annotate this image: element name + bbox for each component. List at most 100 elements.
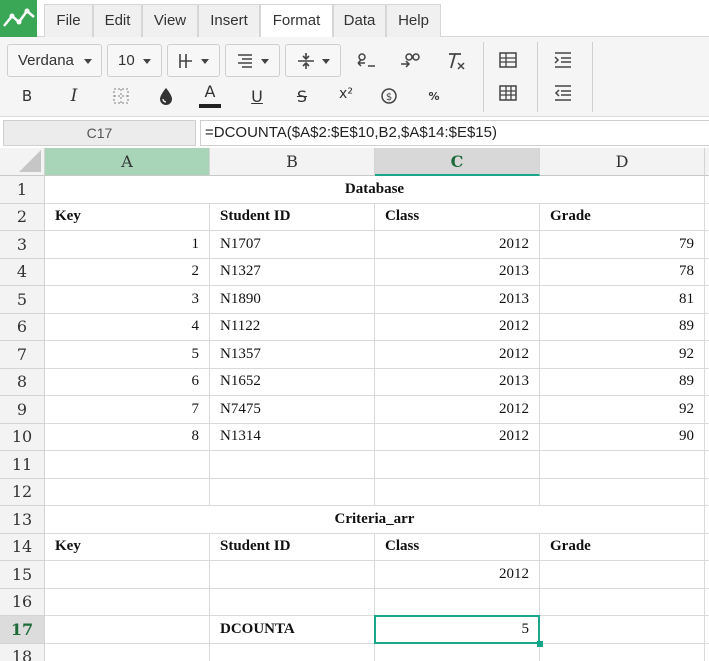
cell-a3[interactable]: 1 [45,231,210,259]
cell-d9[interactable]: 92 [540,396,705,424]
cell-c9[interactable]: 2012 [375,396,540,424]
cell-c14[interactable]: Class [375,533,540,561]
cell-c3[interactable]: 2012 [375,231,540,259]
cell-borders-icon[interactable] [109,84,133,108]
formula-input[interactable]: =DCOUNTA($A$2:$E$10,B2,$A$14:$E$15) [200,120,709,146]
cell-a17[interactable] [45,616,210,644]
row-header-13[interactable]: 13 [0,506,45,534]
superscript-icon[interactable]: x² [334,82,358,106]
cell-c10[interactable]: 2012 [375,423,540,451]
cell-d15[interactable] [540,561,705,589]
cell-b14[interactable]: Student ID [210,533,375,561]
row-header-11[interactable]: 11 [0,451,45,479]
column-header-b[interactable]: B [210,148,375,176]
cell-a6[interactable]: 4 [45,313,210,341]
align-dropdown[interactable] [225,44,280,77]
row-header-4[interactable]: 4 [0,258,45,286]
cell-b18[interactable] [210,643,375,661]
valign-dropdown[interactable] [285,44,341,77]
menu-file[interactable]: File [44,4,93,37]
cell-b16[interactable] [210,588,375,616]
menu-edit[interactable]: Edit [93,4,142,37]
cell-d12[interactable] [540,478,705,506]
menu-view[interactable]: View [142,4,198,37]
column-header-e[interactable] [705,148,709,176]
cell-d2[interactable]: Grade [540,203,705,231]
cell-c7[interactable]: 2012 [375,341,540,369]
cell-b10[interactable]: N1314 [210,423,375,451]
cell-b5[interactable]: N1890 [210,286,375,314]
cell-c8[interactable]: 2013 [375,368,540,396]
cell-a11[interactable] [45,451,210,479]
decrease-indent-icon[interactable] [551,81,575,105]
cell-a10[interactable]: 8 [45,423,210,451]
cell-a18[interactable] [45,643,210,661]
cell-d5[interactable]: 81 [540,286,705,314]
row-header-16[interactable]: 16 [0,588,45,616]
cell-e14[interactable] [705,534,709,561]
row-header-8[interactable]: 8 [0,368,45,396]
cell-d3[interactable]: 79 [540,231,705,259]
cell-e10[interactable] [705,424,709,451]
row-header-15[interactable]: 15 [0,561,45,589]
cell-e3[interactable] [705,231,709,259]
column-header-a[interactable]: A [45,148,210,176]
borders-dropdown[interactable] [167,44,220,77]
cell-a2[interactable]: Key [45,203,210,231]
row-header-3[interactable]: 3 [0,231,45,259]
text-color-button[interactable]: A [198,81,222,109]
insert-table-icon[interactable] [496,48,520,72]
cell-e9[interactable] [705,396,709,424]
cell-a14[interactable]: Key [45,533,210,561]
cell-d14[interactable]: Grade [540,533,705,561]
indent-left-icon[interactable] [354,49,378,73]
cell-b4[interactable]: N1327 [210,258,375,286]
underline-icon[interactable]: U [245,84,269,108]
menu-format[interactable]: Format [260,4,333,38]
menu-data[interactable]: Data [333,4,386,37]
row-header-6[interactable]: 6 [0,313,45,341]
cell-c16[interactable] [375,588,540,616]
cell-e12[interactable] [705,479,709,506]
strikethrough-icon[interactable]: S [290,84,314,108]
cell-b6[interactable]: N1122 [210,313,375,341]
cell-b9[interactable]: N7475 [210,396,375,424]
row-header-2[interactable]: 2 [0,203,45,231]
cell-d7[interactable]: 92 [540,341,705,369]
cell-a9[interactable]: 7 [45,396,210,424]
row-header-5[interactable]: 5 [0,286,45,314]
merged-cell-row-1[interactable]: Database [45,176,705,204]
cell-a4[interactable]: 2 [45,258,210,286]
cell-a5[interactable]: 3 [45,286,210,314]
cell-e13[interactable] [705,506,709,534]
cell-e6[interactable] [705,314,709,341]
table-grid-icon[interactable] [496,81,520,105]
cell-a8[interactable]: 6 [45,368,210,396]
increase-indent-icon[interactable] [551,48,575,72]
cell-c11[interactable] [375,451,540,479]
row-header-12[interactable]: 12 [0,478,45,506]
font-size-select[interactable]: 10 [107,44,162,77]
column-header-d[interactable]: D [540,148,705,176]
select-all-corner[interactable] [0,148,45,176]
currency-icon[interactable]: $ [377,84,401,108]
cell-e8[interactable] [705,369,709,396]
cell-d17[interactable] [540,616,705,644]
cell-c15[interactable]: 2012 [375,561,540,589]
bold-icon[interactable]: B [15,84,39,108]
cell-d6[interactable]: 89 [540,313,705,341]
cell-b8[interactable]: N1652 [210,368,375,396]
row-header-18[interactable]: 18 [0,643,45,661]
menu-insert[interactable]: Insert [198,4,260,37]
cell-e15[interactable] [705,561,709,589]
merged-cell-row-13[interactable]: Criteria_arr [45,506,705,534]
cell-e18[interactable] [705,644,709,661]
percent-icon[interactable]: % [422,84,446,108]
cell-b11[interactable] [210,451,375,479]
cell-c12[interactable] [375,478,540,506]
cell-b7[interactable]: N1357 [210,341,375,369]
cell-e2[interactable] [705,204,709,231]
fill-color-icon[interactable] [154,84,178,108]
cell-e11[interactable] [705,451,709,479]
name-box[interactable]: C17 [3,120,196,146]
